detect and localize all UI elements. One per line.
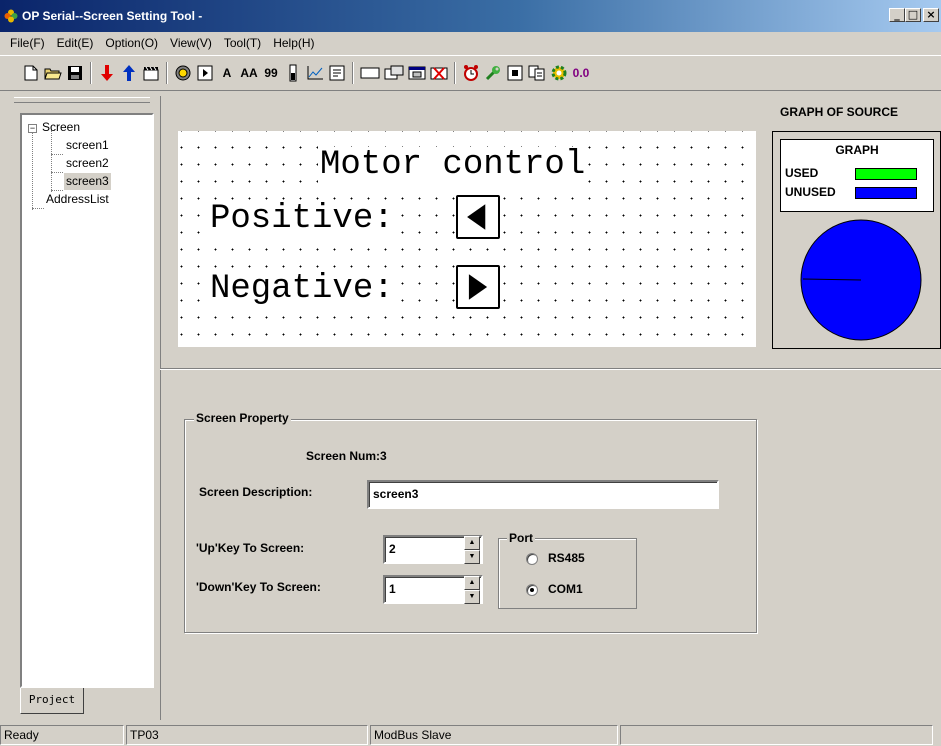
maximize-button[interactable]: □ [905,8,921,22]
toolbar: A AA 99 0.0 [0,55,941,91]
screen-description-label: Screen Description: [199,485,313,499]
tree-line [51,172,63,173]
tab-project[interactable]: Project [20,688,84,714]
menu-help[interactable]: Help(H) [267,36,320,50]
close-button[interactable]: × [923,8,939,22]
spin-up-icon[interactable]: ▲ [464,576,480,590]
delete-screen-icon[interactable] [428,61,450,85]
legend-used-label: USED [785,166,819,180]
screen-jump-icon[interactable] [382,61,406,85]
lamp-icon[interactable] [172,61,194,85]
open-folder-icon[interactable] [42,61,64,85]
menu-option[interactable]: Option(O) [99,36,164,50]
usage-pie-chart [800,219,922,341]
positive-arrow-button[interactable] [456,195,500,239]
tree-line [32,208,44,209]
rs485-label[interactable]: RS485 [548,551,585,565]
copy-icon[interactable] [526,61,548,85]
menu-bar: File(F) Edit(E) Option(O) View(V) Tool(T… [0,32,941,54]
status-ready: Ready [0,725,124,745]
horizontal-divider [160,368,941,370]
left-triangle-icon [467,204,486,230]
tree-line [32,130,33,210]
alarm-list-icon[interactable] [326,61,348,85]
alarm-clock-icon[interactable] [460,61,482,85]
tree-node-screen[interactable]: Screen [42,119,80,136]
project-tree[interactable]: − Screen screen1 screen2 screen3 Address… [20,113,154,688]
graph-of-source-title: GRAPH OF SOURCE [780,105,899,119]
tree-expander-icon[interactable]: − [28,124,37,133]
menu-file[interactable]: File(F) [4,36,51,50]
port-title: Port [507,531,535,545]
com1-label[interactable]: COM1 [548,582,583,596]
negative-arrow-button[interactable] [456,265,500,309]
legend-unused-swatch [855,187,917,199]
status-bar: Ready TP03 ModBus Slave [0,724,941,746]
menu-edit[interactable]: Edit(E) [51,36,100,50]
download-arrow-icon[interactable] [96,61,118,85]
spin-up-icon[interactable]: ▲ [464,536,480,550]
status-device: TP03 [126,725,368,745]
new-file-icon[interactable] [20,61,42,85]
toolbar-separator [166,62,168,84]
bar-meter-icon[interactable] [282,61,304,85]
screen-property-title: Screen Property [194,411,291,425]
wrench-icon[interactable] [482,61,504,85]
spin-down-icon[interactable]: ▼ [464,590,480,604]
legend-used-swatch [855,168,917,180]
clapboard-icon[interactable] [140,61,162,85]
graph-legend-box: GRAPH USED UNUSED [780,139,934,212]
canvas-positive-label[interactable]: Positive: [208,201,396,237]
settings-gear-icon[interactable] [548,61,570,85]
spin-down-icon[interactable]: ▼ [464,550,480,564]
canvas-negative-label[interactable]: Negative: [208,271,396,307]
text-aa-button[interactable]: AA [238,61,260,85]
toolbar-separator [352,62,354,84]
up-key-label: 'Up'Key To Screen: [196,541,305,555]
tree-node-addresslist[interactable]: AddressList [46,191,109,208]
window-title: OP Serial--Screen Setting Tool - [22,9,203,23]
canvas-title-text[interactable]: Motor control [318,147,588,183]
app-icon [4,9,18,23]
minimize-button[interactable]: _ [889,8,905,22]
window-icon[interactable] [406,61,428,85]
tree-line [51,130,52,192]
legend-unused-label: UNUSED [785,185,836,199]
upload-arrow-icon[interactable] [118,61,140,85]
menu-tool[interactable]: Tool(T) [218,36,267,50]
screen-num-label: Screen Num:3 [306,449,387,463]
status-empty [620,725,933,745]
status-protocol: ModBus Slave [370,725,618,745]
tree-line [51,154,63,155]
number-99-button[interactable]: 99 [260,61,282,85]
com1-radio[interactable] [526,584,538,596]
screen-description-input[interactable]: screen3 [367,480,719,509]
tree-node-screen1[interactable]: screen1 [66,137,109,154]
menu-view[interactable]: View(V) [164,36,218,50]
panel-splitter[interactable] [14,97,150,103]
graph-box-title: GRAPH [835,143,879,157]
tree-node-screen2[interactable]: screen2 [66,155,109,172]
tree-node-screen3[interactable]: screen3 [64,173,111,190]
zoom-value[interactable]: 0.0 [570,61,592,85]
text-a-button[interactable]: A [216,61,238,85]
title-bar: OP Serial--Screen Setting Tool - _ □ × [0,0,941,32]
right-triangle-icon [468,274,488,300]
rectangle-icon[interactable] [358,61,382,85]
down-key-label: 'Down'Key To Screen: [196,580,321,594]
trend-chart-icon[interactable] [304,61,326,85]
toolbar-separator [90,62,92,84]
up-key-spinner[interactable]: ▲ ▼ [464,536,480,564]
target-box-icon[interactable] [504,61,526,85]
screen-canvas[interactable]: Motor control Positive: Negative: [178,131,756,347]
play-button-icon[interactable] [194,61,216,85]
rs485-radio[interactable] [526,553,538,565]
port-group [498,538,637,609]
toolbar-separator [454,62,456,84]
down-key-spinner[interactable]: ▲ ▼ [464,576,480,604]
save-icon[interactable] [64,61,86,85]
graph-panel: GRAPH USED UNUSED [772,131,941,349]
